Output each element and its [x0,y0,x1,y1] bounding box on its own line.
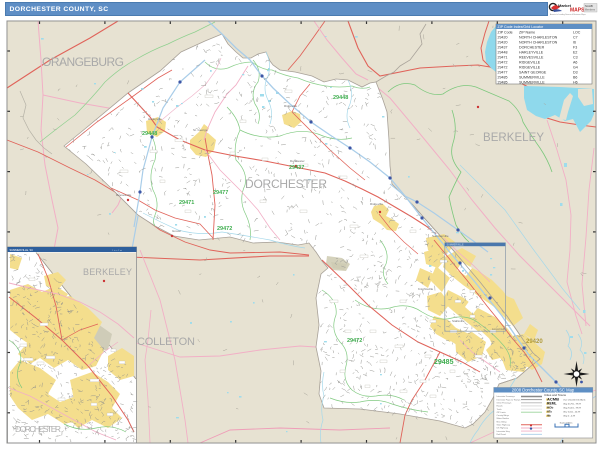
svg-text:Interstate Freeways: Interstate Freeways [497,395,515,398]
svg-text:29448: 29448 [142,131,157,137]
svg-text:H6: H6 [573,80,578,84]
svg-text:NORTH CHARLESTON: NORTH CHARLESTON [519,40,558,44]
svg-text:Other Freeways: Other Freeways [497,402,512,405]
svg-text:Knightsville: Knightsville [418,287,434,291]
svg-text:D3: D3 [573,70,578,74]
svg-text:SUMMERVILLE, SC: SUMMERVILLE, SC [10,248,34,252]
svg-text:SAINT GEORGE: SAINT GEORGE [519,70,547,74]
svg-text:BERKELEY: BERKELEY [83,267,132,277]
svg-text:Interstate Fwys w/ Ramps: Interstate Fwys w/ Ramps [497,398,521,401]
svg-text:29485: 29485 [498,75,508,79]
svg-text:29472: 29472 [217,226,232,232]
svg-text:29471: 29471 [498,55,508,59]
svg-text:SUMMERVILLE: SUMMERVILLE [447,244,464,247]
svg-text:Obw 5,001 - 24,99: Obw 5,001 - 24,99 [563,412,581,414]
svg-text:Rail Road: Rail Road [497,434,507,436]
svg-text:SUMMERVILLE: SUMMERVILLE [519,80,545,84]
svg-text:Lincolnville: Lincolnville [492,327,507,331]
svg-text:Dorchester: Dorchester [290,159,305,163]
svg-text:HTa: HTa [547,410,552,414]
svg-text:C7: C7 [573,35,578,39]
svg-text:Summerville: Summerville [432,234,449,238]
svg-text:Obty 0 - 4,99: Obty 0 - 4,99 [563,415,576,418]
svg-text:RIDGEVILLE: RIDGEVILLE [519,65,541,69]
svg-text:Trails: Trails [497,408,502,411]
svg-text:29472: 29472 [498,65,508,69]
svg-text:29485: 29485 [498,80,508,84]
svg-text:29448: 29448 [498,50,508,54]
svg-text:US Highway: US Highway [497,428,509,430]
svg-text:Obg 25,001 - 99,99: Obg 25,001 - 99,99 [563,408,582,410]
svg-text:2008 Dorchester County, SC Map: 2008 Dorchester County, SC Map [512,388,575,393]
svg-text:G4: G4 [573,65,578,69]
svg-text:29485: 29485 [434,359,454,366]
svg-text:Stallsville: Stallsville [452,319,465,323]
svg-text:Ridgeville: Ridgeville [284,104,297,108]
svg-text:DORCHESTER: DORCHESTER [15,424,61,434]
svg-text:ORANGEBURG: ORANGEBURG [42,55,124,69]
svg-text:Misc Bdrys: Misc Bdrys [497,420,507,423]
svg-text:1 in = 2 mi: 1 in = 2 mi [112,250,123,252]
svg-text:Over 250,000 Info Blank: Over 250,000 Info Blank [563,398,586,401]
svg-text:SUMMERVILLE: SUMMERVILLE [519,75,545,79]
svg-text:F3: F3 [573,45,577,49]
svg-text:ZIP Limits: ZIP Limits [497,411,506,414]
svg-text:DORCHESTER: DORCHESTER [245,177,327,191]
svg-text:Water Bodies: Water Bodies [497,417,509,420]
svg-text:NORTH CHARLESTON: NORTH CHARLESTON [519,35,558,39]
svg-text:29472: 29472 [498,60,508,64]
svg-text:HARLEYVILLE: HARLEYVILLE [519,50,544,54]
svg-text:County Bdrys: County Bdrys [497,414,509,417]
svg-text:29472: 29472 [347,338,362,344]
svg-text:RIDGEVILLE: RIDGEVILLE [519,60,541,64]
svg-text:HOb: HOb [547,406,554,410]
svg-text:Reevesville: Reevesville [116,193,132,197]
svg-text:LOC: LOC [573,30,581,34]
svg-text:Ridgeville: Ridgeville [370,202,383,206]
svg-text:29420: 29420 [498,40,508,44]
svg-text:29448: 29448 [333,95,348,101]
svg-text:29437: 29437 [289,165,304,171]
svg-text:Roads: Roads [497,406,503,408]
svg-text:I6: I6 [573,40,576,44]
svg-text:ZIP Name: ZIP Name [519,30,535,34]
svg-text:Grover: Grover [172,229,181,233]
svg-text:REEVESVILLE: REEVESVILLE [519,55,544,59]
svg-text:29437: 29437 [498,45,508,49]
svg-text:DORCHESTER: DORCHESTER [519,45,545,49]
svg-text:A6: A6 [573,60,577,64]
svg-text:COLLETON: COLLETON [137,336,195,348]
svg-text:29471: 29471 [179,200,194,206]
svg-text:29420: 29420 [498,35,508,39]
svg-text:Harleyville: Harleyville [148,117,162,121]
svg-text:ZIP Code: ZIP Code [498,30,513,34]
svg-text:Obg 10,750 - 99,99: Obg 10,750 - 99,99 [563,403,582,405]
svg-text:C3: C3 [573,55,578,59]
svg-text:29477: 29477 [213,190,228,196]
svg-text:B6: B6 [573,75,577,79]
svg-text:State Highway: State Highway [497,424,511,427]
svg-text:BERKELEY: BERKELEY [483,132,544,144]
svg-text:St. George: St. George [193,128,208,132]
svg-text:E2: E2 [573,50,577,54]
svg-text:ZIP Code Index/Grid Locator: ZIP Code Index/Grid Locator [498,25,544,29]
svg-text:Interstate Hwy: Interstate Hwy [497,430,511,433]
svg-text:29477: 29477 [498,70,508,74]
svg-text:29420: 29420 [526,339,543,345]
